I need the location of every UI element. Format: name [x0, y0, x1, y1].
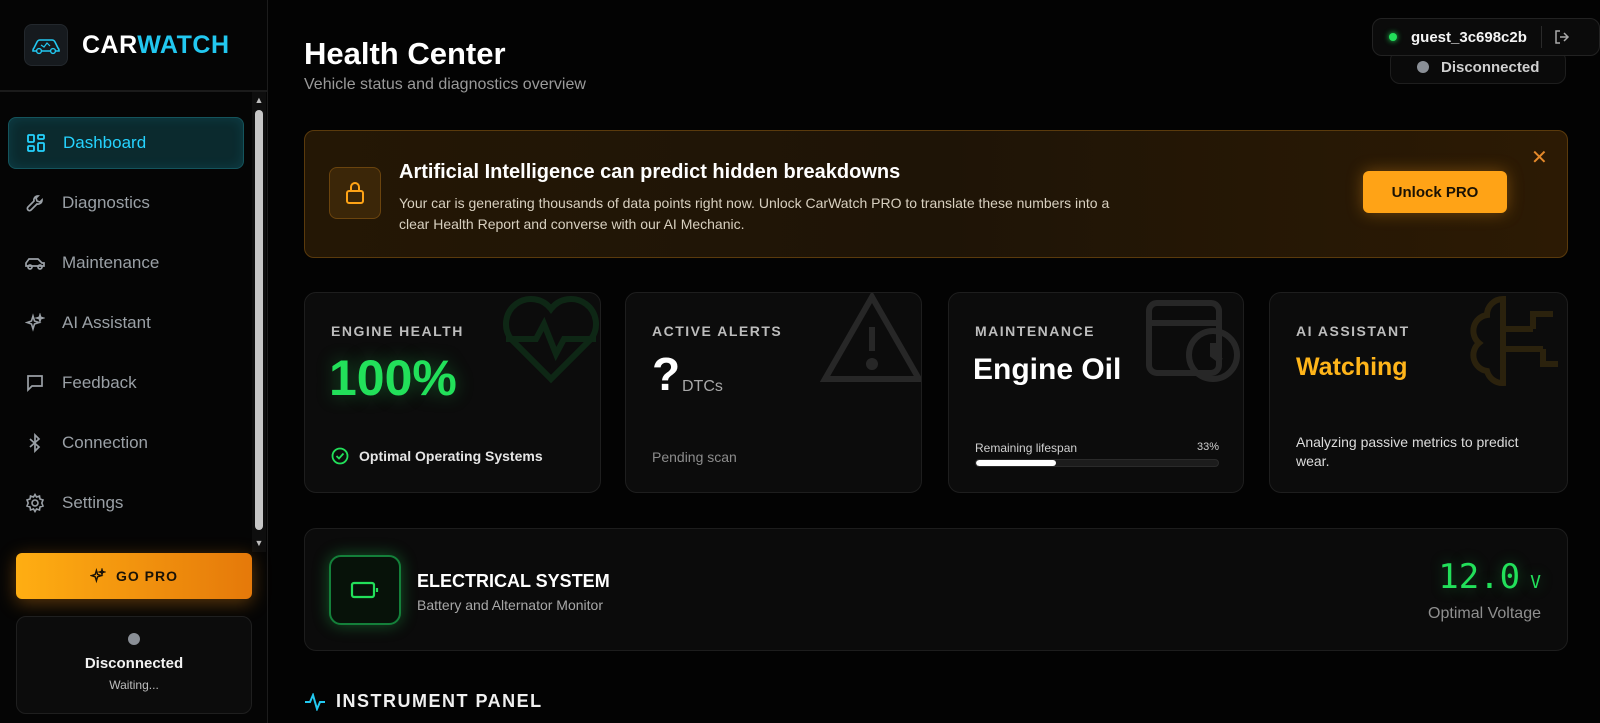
active-alerts-footer: Pending scan — [652, 449, 737, 465]
active-alerts-card[interactable]: ACTIVE ALERTS ? DTCs Pending scan — [625, 292, 922, 493]
engine-health-value: 100% — [329, 350, 457, 406]
go-pro-label: GO PRO — [115, 568, 178, 584]
active-alerts-unit: DTCs — [682, 378, 723, 395]
instrument-panel-header: INSTRUMENT PANEL — [304, 691, 543, 712]
sidebar-item-label: Feedback — [62, 373, 137, 392]
sparkles-icon — [24, 312, 46, 334]
lifespan-progress-bar — [975, 459, 1219, 467]
lifespan-label: Remaining lifespan — [975, 441, 1078, 455]
lock-icon — [329, 167, 381, 219]
sidebar-item-label: Dashboard — [63, 133, 147, 152]
ai-assistant-footer: Analyzing passive metrics to predict wea… — [1296, 434, 1519, 469]
sidebar-item-label: Settings — [62, 493, 124, 512]
go-pro-button[interactable]: GO PRO — [16, 553, 252, 599]
logout-icon[interactable] — [1554, 29, 1570, 45]
gear-icon — [24, 492, 46, 514]
card-label: MAINTENANCE — [975, 323, 1095, 339]
voltage-status: Optimal Voltage — [1428, 605, 1541, 622]
pro-upsell-banner: Artificial Intelligence can predict hidd… — [304, 130, 1568, 258]
card-label: AI ASSISTANT — [1296, 323, 1410, 339]
brand-name: CARWATCH — [82, 30, 230, 59]
electrical-system-card[interactable]: ELECTRICAL SYSTEM Battery and Alternator… — [304, 528, 1568, 651]
connection-status-card: Disconnected Waiting... — [16, 616, 252, 714]
username: guest_3c698c2b — [1411, 28, 1527, 46]
scroll-down-arrow-icon[interactable]: ▼ — [254, 538, 264, 548]
engine-health-footer: Optimal Operating Systems — [331, 447, 543, 465]
voltage-unit: V — [1530, 572, 1541, 593]
sidebar-item-dashboard[interactable]: Dashboard — [8, 117, 244, 169]
sidebar-item-label: AI Assistant — [62, 313, 151, 332]
card-label: ACTIVE ALERTS — [652, 323, 783, 339]
activity-pulse-icon — [304, 692, 326, 711]
ai-assistant-card[interactable]: AI ASSISTANT Watching Analyzing passive … — [1269, 292, 1568, 493]
divider — [1540, 26, 1542, 48]
sparkles-icon — [89, 568, 106, 584]
sidebar-nav: Dashboard Diagnostics Maintenance AI Ass… — [8, 117, 244, 537]
banner-text: Your car is generating thousands of data… — [399, 195, 1110, 232]
scroll-up-arrow-icon[interactable]: ▲ — [254, 95, 264, 105]
page-subtitle: Vehicle status and diagnostics overview — [304, 76, 586, 93]
heart-pulse-icon — [503, 296, 599, 384]
scrollbar-thumb[interactable] — [255, 110, 263, 530]
active-alerts-value: ? — [652, 348, 681, 400]
banner-title: Artificial Intelligence can predict hidd… — [399, 161, 901, 183]
warning-triangle-icon — [819, 293, 921, 382]
lifespan-percent: 33% — [1196, 441, 1219, 453]
maintenance-value: Engine Oil — [973, 353, 1122, 386]
page-title: Health Center — [304, 36, 506, 71]
sidebar: CARWATCH Dashboard Diagnostics Maintenan… — [0, 0, 268, 723]
card-label: ENGINE HEALTH — [331, 323, 464, 339]
engine-health-status: Optimal Operating Systems — [359, 448, 543, 464]
calendar-clock-icon — [1146, 300, 1240, 382]
car-logo-icon — [24, 24, 68, 66]
check-circle-icon — [331, 447, 349, 465]
sidebar-item-ai-assistant[interactable]: AI Assistant — [8, 297, 244, 349]
sidebar-item-label: Connection — [62, 433, 149, 452]
voltage-readout: 12.0 V — [1438, 557, 1541, 597]
status-dot — [128, 633, 140, 645]
engine-health-card[interactable]: ENGINE HEALTH 100% Optimal Operating Sys… — [304, 292, 601, 493]
sidebar-item-feedback[interactable]: Feedback — [8, 357, 244, 409]
lifespan-progress-fill — [976, 460, 1056, 466]
brand[interactable]: CARWATCH — [24, 24, 230, 66]
sidebar-item-label: Diagnostics — [62, 193, 150, 212]
electrical-title: ELECTRICAL SYSTEM — [417, 571, 610, 591]
electrical-subtitle: Battery and Alternator Monitor — [417, 597, 603, 613]
dashboard-grid-icon — [25, 132, 47, 154]
ai-assistant-value: Watching — [1296, 353, 1408, 381]
wrench-icon — [24, 192, 46, 214]
sidebar-item-diagnostics[interactable]: Diagnostics — [8, 177, 244, 229]
sidebar-item-settings[interactable]: Settings — [8, 477, 244, 529]
instrument-panel-title: INSTRUMENT PANEL — [336, 691, 543, 711]
maintenance-card[interactable]: MAINTENANCE Engine Oil Remaining lifespa… — [948, 292, 1244, 493]
brain-circuit-icon — [1470, 295, 1558, 386]
user-menu[interactable]: guest_3c698c2b — [1372, 18, 1600, 56]
online-dot — [1389, 33, 1397, 41]
unlock-pro-button[interactable]: Unlock PRO — [1363, 171, 1507, 213]
sidebar-item-label: Maintenance — [62, 253, 160, 272]
voltage-value: 12.0 — [1438, 557, 1521, 597]
connection-status-subtitle: Waiting... — [109, 678, 159, 692]
car-icon — [24, 252, 46, 274]
connection-status-title: Disconnected — [84, 655, 184, 672]
sidebar-item-connection[interactable]: Connection — [8, 417, 244, 469]
status-dot — [1417, 61, 1429, 73]
status-text: Disconnected — [1441, 58, 1540, 76]
message-square-icon — [24, 372, 46, 394]
battery-icon — [329, 555, 401, 625]
bluetooth-icon — [24, 432, 46, 454]
close-icon[interactable]: ✕ — [1531, 145, 1548, 170]
divider — [0, 90, 268, 92]
sidebar-item-maintenance[interactable]: Maintenance — [8, 237, 244, 289]
